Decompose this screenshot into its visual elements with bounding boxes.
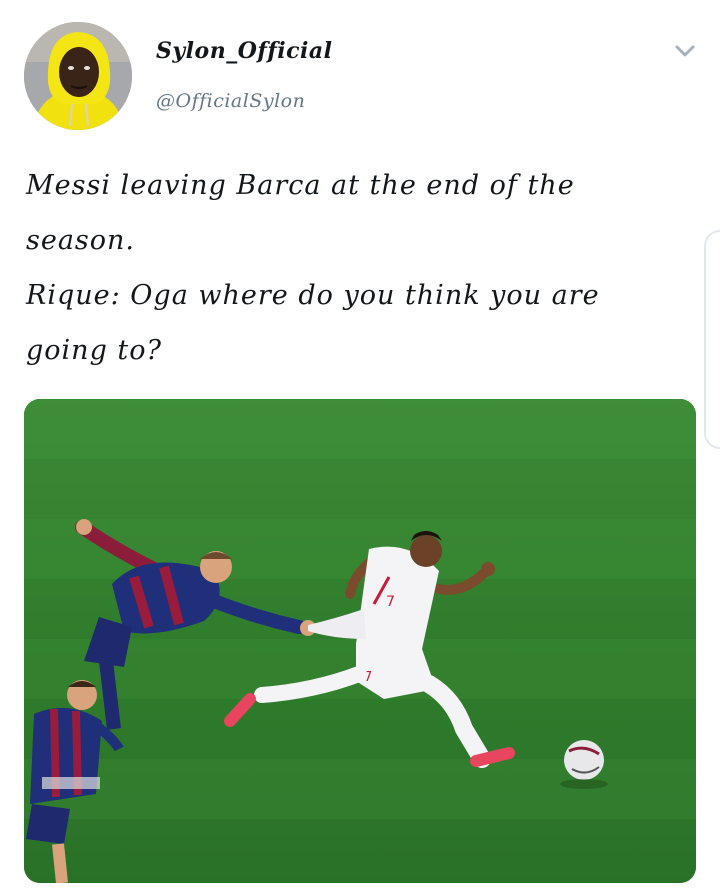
avatar-photo [24, 22, 132, 130]
chevron-down-icon [675, 45, 695, 57]
side-card-edge [704, 230, 720, 449]
tweet-text-line: Rique: Oga where do you think you are [26, 280, 600, 311]
author-display-name[interactable]: Sylon_Official [156, 38, 333, 64]
tweet-text-line: Messi leaving Barca at the end of the [26, 170, 575, 201]
author-handle[interactable]: @OfficialSylon [156, 90, 305, 112]
tweet-text-line: season. [26, 225, 136, 256]
tweet-text: Messi leaving Barca at the end of the se… [26, 158, 698, 378]
tweet-media-image[interactable]: 7 7 [24, 399, 696, 883]
svg-text:7: 7 [386, 594, 395, 610]
avatar[interactable] [24, 22, 132, 130]
tweet-menu-button[interactable] [672, 40, 698, 62]
football-match-photo: 7 7 [24, 399, 696, 883]
tweet-text-line: going to? [26, 335, 163, 366]
